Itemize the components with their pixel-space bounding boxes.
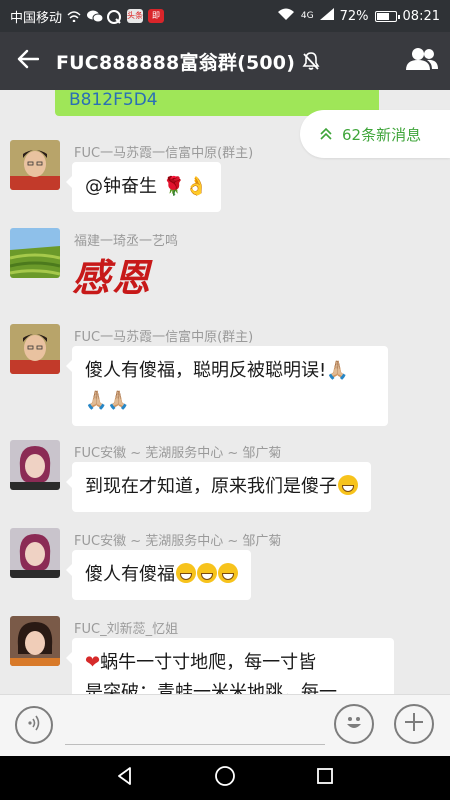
avatar[interactable] — [10, 440, 60, 490]
avatar[interactable] — [10, 140, 60, 190]
avatar[interactable] — [10, 616, 60, 666]
grin-emoji-icon — [176, 563, 196, 583]
nav-back-button[interactable] — [105, 758, 145, 798]
battery-label: 72% — [339, 8, 369, 24]
back-button[interactable] — [0, 32, 56, 90]
grin-emoji-icon — [197, 563, 217, 583]
network-type-label: 4G — [300, 11, 314, 21]
group-members-icon — [405, 47, 439, 75]
more-options-button[interactable] — [394, 704, 434, 744]
carrier-label: 中国移动 — [10, 10, 63, 26]
message-bubble[interactable]: 到现在才知道，原来我们是傻子 — [66, 462, 371, 512]
voice-input-button[interactable] — [15, 706, 53, 744]
chat-title: FUC888888富翁群(500) — [56, 51, 296, 74]
sticker-text: 感恩 — [72, 255, 153, 300]
status-left: 中国移动 头条 即 — [10, 7, 165, 26]
chat-messages[interactable]: B812F5D4 FUC一马苏霞一信富中原(群主) @钟奋生 🌹👌 福建一琦丞一… — [0, 90, 450, 694]
new-messages-button[interactable]: 62条新消息 — [300, 110, 450, 158]
wifi-icon — [277, 8, 295, 25]
sticker-image[interactable]: 感恩 — [72, 250, 172, 306]
status-right: 4G 72% 08:21 — [277, 8, 440, 25]
app-notify-icon: 即 — [148, 9, 165, 23]
back-arrow-icon — [17, 49, 40, 73]
double-chevron-up-icon — [320, 127, 332, 141]
sender-name: FUC一马苏霞一信富中原(群主) — [74, 146, 254, 161]
message-text: 到现在才知道，原来我们是傻子 — [85, 476, 337, 497]
grin-emoji-icon — [218, 563, 238, 583]
plus-icon — [403, 711, 425, 737]
nav-home-button[interactable] — [205, 758, 245, 798]
cell-signal-icon — [319, 8, 334, 24]
signal-icon — [67, 10, 82, 23]
input-bar — [0, 694, 450, 756]
message-bubble[interactable]: 傻人有傻福 — [66, 550, 251, 600]
sender-name: FUC安徽 ~ 芜湖服务中心 ~ 邹广菊 — [74, 446, 282, 461]
sender-name: FUC_刘新蕊_忆姐 — [74, 622, 179, 637]
avatar[interactable] — [10, 324, 60, 374]
qq-browser-icon — [107, 10, 122, 24]
group-members-button[interactable] — [394, 32, 450, 90]
avatar[interactable] — [10, 228, 60, 278]
nav-recents-button[interactable] — [305, 758, 345, 798]
message-line: ❤蜗牛一寸寸地爬，每一寸皆 — [85, 648, 381, 678]
mute-icon — [301, 51, 321, 71]
status-bar: 中国移动 头条 即 4G 72% 08:21 — [0, 0, 450, 32]
wechat-notify-icon — [87, 10, 104, 23]
message-text: 傻人有傻福 — [85, 564, 175, 585]
message-bubble[interactable]: ❤蜗牛一寸寸地爬，每一寸皆 是突破；青蛙一米米地跳，每一 — [66, 638, 394, 694]
new-messages-label: 62条新消息 — [342, 125, 422, 144]
emoji-button[interactable] — [334, 704, 374, 744]
circle-home-icon — [214, 765, 236, 791]
message-line-text: 蜗牛一寸寸地爬，每一寸皆 — [100, 652, 317, 673]
triangle-back-icon — [115, 766, 135, 790]
grin-emoji-icon — [338, 475, 358, 495]
message-line: 🙏🏼🙏🏼 — [85, 390, 130, 411]
message-line: 是突破；青蛙一米米地跳，每一 — [85, 682, 337, 694]
message-bubble[interactable]: 傻人有傻福，聪明反被聪明误!🙏🏼 🙏🏼🙏🏼 — [66, 346, 388, 426]
battery-icon — [374, 10, 400, 22]
message-bubble[interactable]: @钟奋生 🌹👌 — [66, 162, 221, 212]
sender-name: FUC一马苏霞一信富中原(群主) — [74, 330, 254, 345]
message-line: 傻人有傻福，聪明反被聪明误!🙏🏼 — [85, 360, 349, 381]
sender-name: FUC安徽 ~ 芜湖服务中心 ~ 邹广菊 — [74, 534, 282, 549]
square-recents-icon — [315, 766, 335, 790]
avatar[interactable] — [10, 528, 60, 578]
smiley-icon — [342, 710, 366, 738]
message-input[interactable] — [65, 705, 325, 745]
sender-name: 福建一琦丞一艺鸣 — [74, 234, 179, 249]
voice-icon — [25, 714, 43, 736]
system-nav-bar — [0, 756, 450, 800]
heart-icon: ❤ — [85, 652, 101, 673]
news-app-icon: 头条 — [127, 9, 144, 23]
chat-header: FUC888888富翁群(500) — [0, 32, 450, 90]
clock-label: 08:21 — [402, 8, 440, 24]
